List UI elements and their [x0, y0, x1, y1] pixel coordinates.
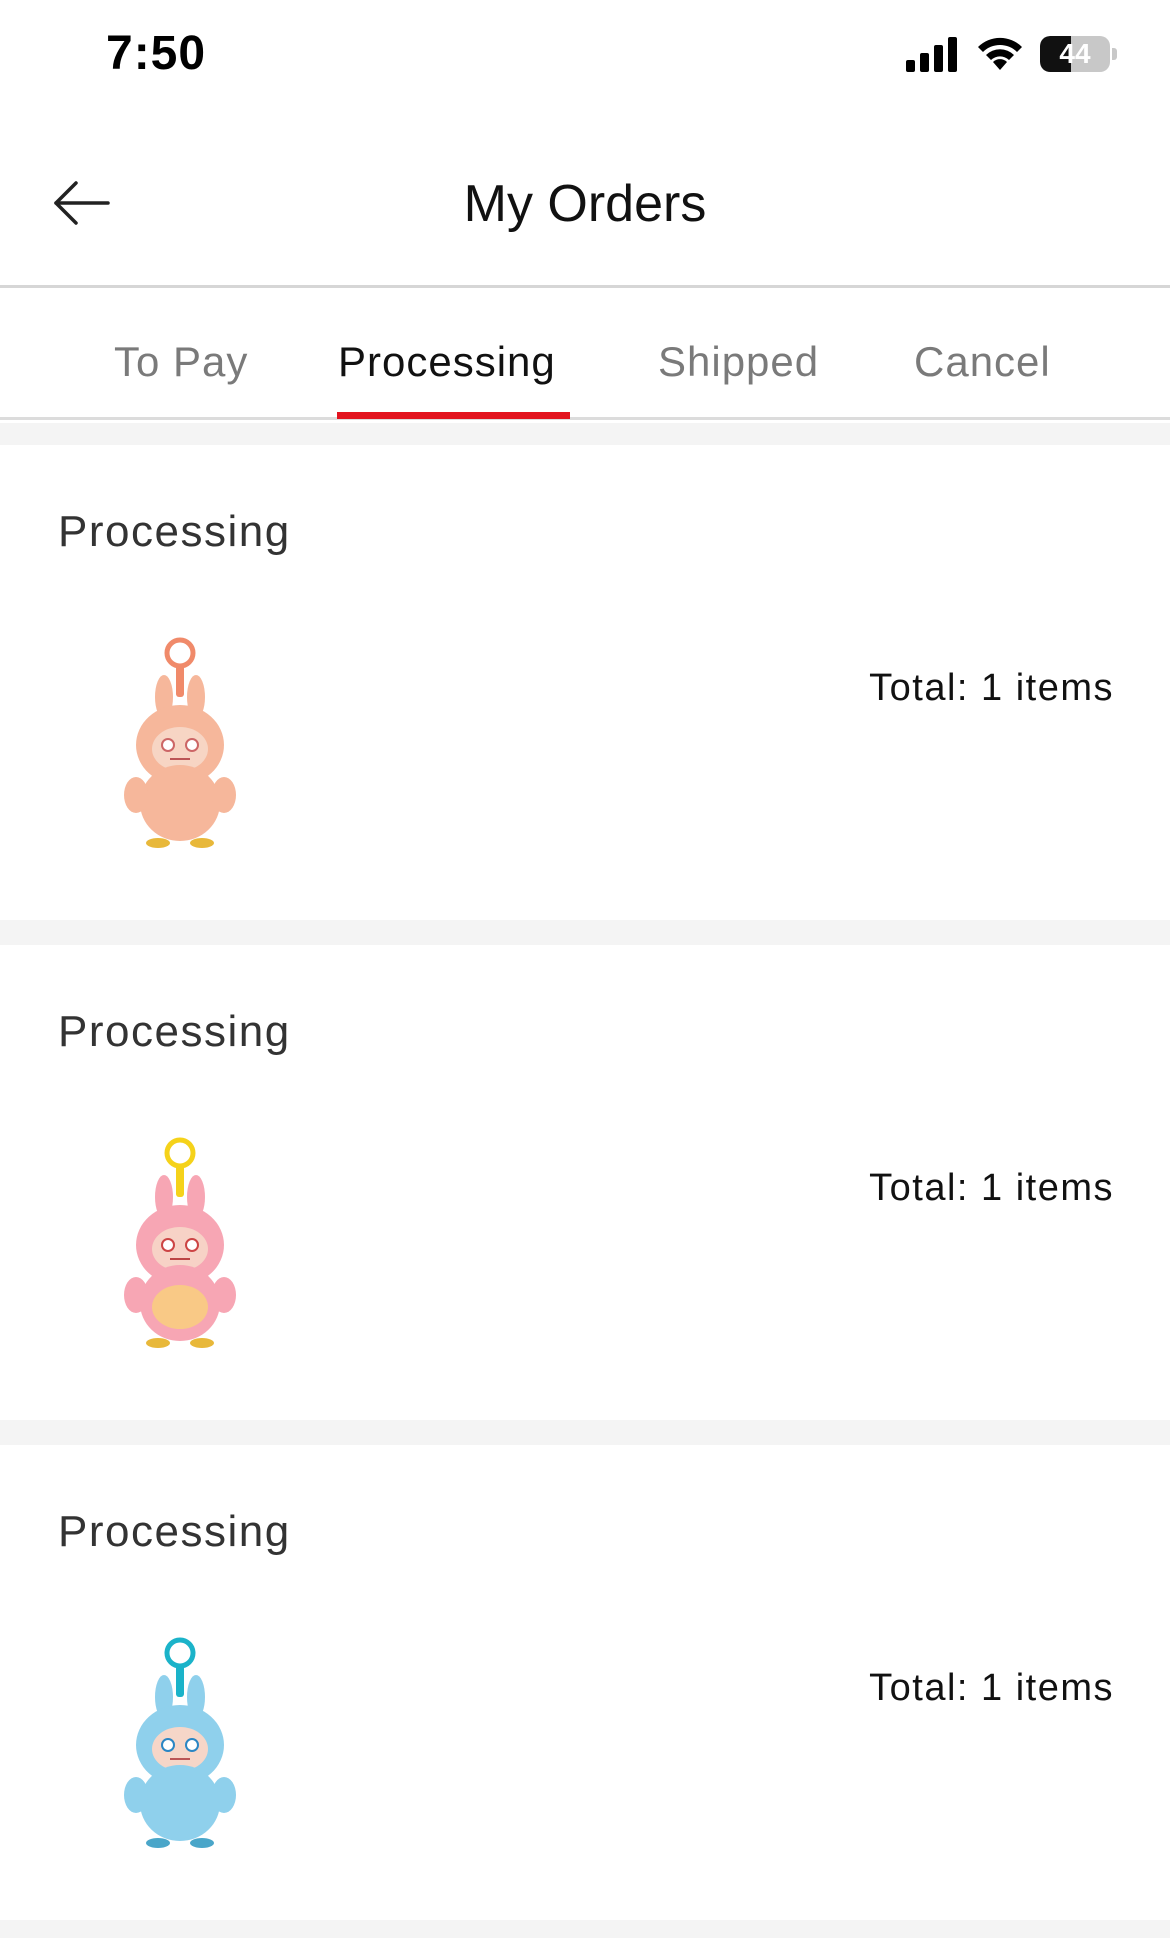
tab-cancel[interactable]: Cancel — [914, 338, 1051, 386]
status-bar: 7:50 44 — [0, 0, 1170, 110]
order-status: Processing — [58, 1507, 291, 1556]
wifi-icon — [978, 37, 1022, 70]
order-total: Total: 1 items — [869, 667, 1114, 709]
order-card[interactable]: Processing Total: 1 items — [0, 1445, 1170, 1920]
order-status: Processing — [58, 507, 291, 556]
section-divider — [0, 1920, 1170, 1938]
page-title: My Orders — [463, 175, 707, 233]
battery-icon: 44 — [1040, 36, 1118, 72]
section-divider — [0, 920, 1170, 945]
active-tab-indicator — [337, 412, 570, 419]
product-thumbnail[interactable] — [118, 635, 242, 849]
header: My Orders — [0, 110, 1170, 288]
product-thumbnail[interactable] — [118, 1135, 242, 1349]
tab-shipped[interactable]: Shipped — [658, 338, 819, 386]
tab-to-pay[interactable]: To Pay — [114, 338, 248, 386]
product-thumbnail[interactable] — [118, 1635, 242, 1849]
order-total: Total: 1 items — [869, 1667, 1114, 1709]
order-status: Processing — [58, 1007, 291, 1056]
order-card[interactable]: Processing Total: 1 items — [0, 445, 1170, 920]
order-card[interactable]: Processing Total: 1 items — [0, 945, 1170, 1420]
order-total: Total: 1 items — [869, 1167, 1114, 1209]
order-tabs: To Pay Processing Shipped Cancel — [0, 288, 1170, 420]
section-divider — [0, 423, 1170, 445]
signal-icon — [906, 37, 957, 72]
section-divider — [0, 1420, 1170, 1445]
battery-level: 44 — [1059, 38, 1091, 69]
status-time: 7:50 — [106, 27, 207, 80]
tab-processing[interactable]: Processing — [338, 338, 556, 386]
